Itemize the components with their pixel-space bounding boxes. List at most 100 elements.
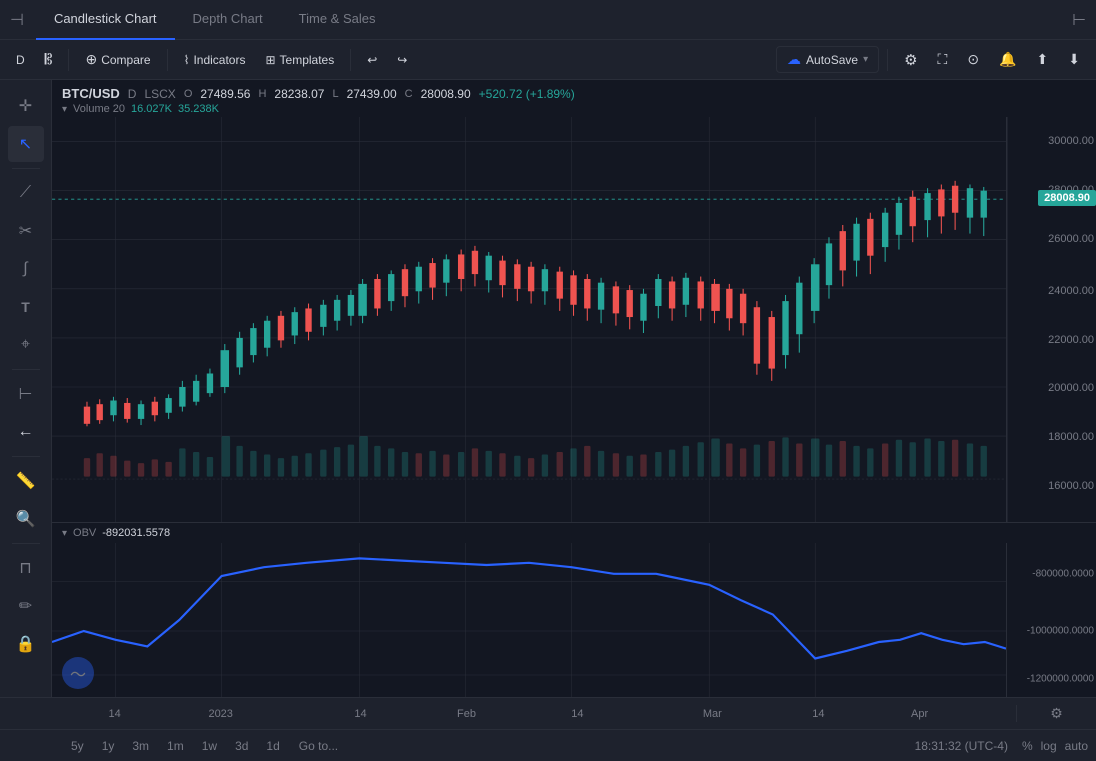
symbol-timeframe: D [128,87,137,101]
time-label-14: 14 [812,708,824,720]
tab-bar: ⊣ Candlestick Chart Depth Chart Time & S… [0,0,1096,40]
tool-separator-2 [12,369,40,370]
settings-button[interactable]: ⚙ [896,47,925,73]
plus-circle-icon: ⊕ [85,51,97,68]
compare-button[interactable]: ⊕ Compare [77,47,158,72]
auto-mode[interactable]: auto [1065,739,1088,753]
trend-line-tool[interactable]: ⟋ [8,175,44,211]
text-tool[interactable]: T [8,289,44,325]
upload-icon: ⬆ [1037,51,1049,68]
autosave-dropdown-icon: ▾ [863,54,868,65]
symbol-pair: BTC/USD [62,86,120,101]
symbol-exchange: LSCX [144,87,175,101]
undo-button[interactable]: ↩ [359,49,385,71]
close-label: C [405,88,413,100]
templates-button[interactable]: ⊞ Templates [257,49,342,71]
price-20000: 20000.00 [1048,382,1094,394]
tab-depth[interactable]: Depth Chart [175,0,281,40]
crosshair-tool[interactable]: ✛ [8,88,44,124]
obv-toggle[interactable]: ▾ [62,528,67,539]
obv-neg800k: -800000.0000 [1032,568,1094,579]
period-1w[interactable]: 1w [195,736,224,756]
measure-tool[interactable]: ⊢ [8,376,44,412]
tab-timesales[interactable]: Time & Sales [281,0,394,40]
high-price: 28238.07 [274,87,324,101]
arrow-tool[interactable]: ↖ [8,126,44,162]
download-button[interactable]: ⬇ [1060,47,1088,72]
price-change: +520.72 (+1.89%) [479,87,575,101]
node-tool[interactable]: ⌖ [8,327,44,363]
curve-tool[interactable]: ∫ [8,251,44,287]
period-3d[interactable]: 3d [228,736,255,756]
obv-chart[interactable]: 〜 [52,543,1006,697]
open-label: O [184,88,193,100]
obv-neg1000k: -1000000.0000 [1027,625,1094,636]
ruler-tool[interactable]: 📏 [8,463,44,499]
alert-button[interactable]: 🔔 [991,47,1024,72]
toolbar-divider-1 [68,49,69,71]
price-26000: 26000.00 [1048,233,1094,245]
time-label-2023: 2023 [208,708,232,720]
templates-icon: ⊞ [265,53,275,67]
volume-toggle[interactable]: ▾ [62,104,67,115]
timeframe-button[interactable]: D [8,49,33,71]
upload-button[interactable]: ⬆ [1029,47,1057,72]
watermark: 〜 [62,657,94,689]
log-mode[interactable]: log [1041,739,1057,753]
time-axis-right: ⚙ [1016,705,1096,722]
lock2-tool[interactable]: 🔒 [8,626,44,662]
volume-val1: 16.027K [131,103,172,115]
toolbar-divider-3 [350,49,351,71]
obv-value: -892031.5578 [102,527,170,539]
price-24000: 24000.00 [1048,285,1094,297]
collapse-left-icon[interactable]: ⊣ [10,10,24,30]
camera-icon: ⊙ [967,51,979,68]
magnet-tool[interactable]: ⊓ [8,550,44,586]
time-axis: 14 2023 14 Feb 14 Mar 14 Apr ⚙ [0,697,1096,729]
goto-button[interactable]: Go to... [291,736,346,756]
time-axis-settings-icon[interactable]: ⚙ [1050,705,1063,722]
obv-header: ▾ OBV -892031.5578 [52,523,1096,543]
main-area: ✛ ↖ ⟋ ✂ ∫ T ⌖ ⊢ ← 📏 🔍 ⊓ ✏ 🔒 BTC/USD D LS… [0,80,1096,697]
gear-icon: ⚙ [904,51,917,69]
autosave-button[interactable]: ☁ AutoSave ▾ [776,46,879,73]
tool-separator-3 [12,456,40,457]
time-label-mar: Mar [703,708,722,720]
period-1y[interactable]: 1y [95,736,122,756]
low-price: 27439.00 [347,87,397,101]
alert-icon: 🔔 [999,51,1016,68]
candlestick-chart[interactable] [52,117,1006,522]
percent-mode[interactable]: % [1022,739,1033,753]
period-1m[interactable]: 1m [160,736,191,756]
scissors-tool[interactable]: ✂ [8,213,44,249]
period-5y[interactable]: 5y [64,736,91,756]
chart-type-button[interactable]: 𝄡 [37,47,61,72]
collapse-right-icon[interactable]: ⊢ [1072,10,1086,30]
indicators-icon: ⌇ [184,53,190,67]
low-label: L [332,88,338,100]
tab-candlestick[interactable]: Candlestick Chart [36,0,175,40]
zoom-tool[interactable]: 🔍 [8,501,44,537]
chart-type-icon: 𝄡 [45,51,53,68]
price-30000: 30000.00 [1048,135,1094,147]
redo-button[interactable]: ↪ [389,49,415,71]
lock-tool[interactable]: ✏ [8,588,44,624]
period-1d[interactable]: 1d [259,736,286,756]
cloud-icon: ☁ [787,51,801,68]
back-tool[interactable]: ← [8,414,44,450]
fullscreen-button[interactable]: ⛶ [930,47,956,72]
high-label: H [258,88,266,100]
camera-button[interactable]: ⊙ [959,47,987,72]
obv-label: OBV [73,527,96,539]
watermark-logo: 〜 [62,657,94,689]
toolbar-divider-2 [167,49,168,71]
toolbar: D 𝄡 ⊕ Compare ⌇ Indicators ⊞ Templates ↩… [0,40,1096,80]
current-price-tag: 28008.90 [1038,190,1096,206]
fullscreen-icon: ⛶ [938,51,948,68]
period-3m[interactable]: 3m [125,736,156,756]
indicators-button[interactable]: ⌇ Indicators [176,49,254,71]
time-display: 18:31:32 (UTC-4) [915,739,1008,753]
volume-val2: 35.238K [178,103,219,115]
volume-label: Volume 20 [73,103,125,115]
obv-neg1200k: -1200000.0000 [1027,673,1094,684]
